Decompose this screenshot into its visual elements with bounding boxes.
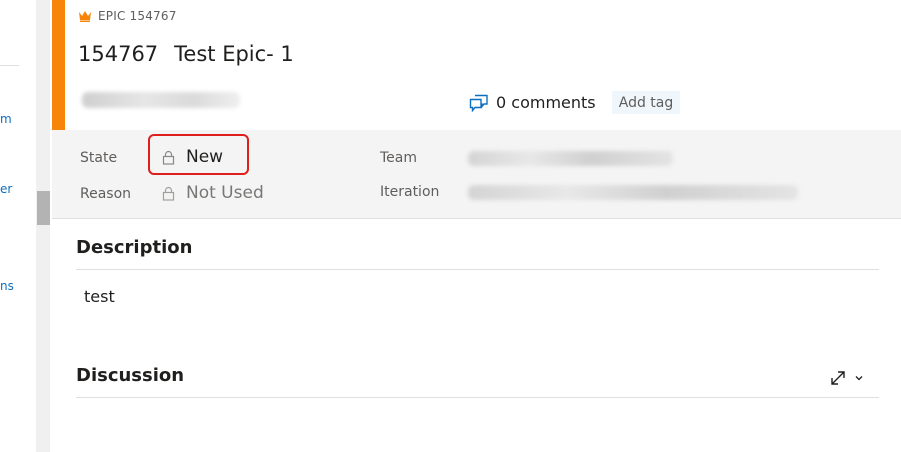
- iteration-value-blurred[interactable]: [468, 185, 798, 200]
- lock-icon: [162, 186, 175, 201]
- nav-link-fragment[interactable]: ns: [0, 279, 14, 293]
- nav-link-fragment[interactable]: er: [0, 182, 12, 196]
- comments-count[interactable]: 0 comments: [496, 93, 596, 112]
- nav-divider: [0, 65, 19, 66]
- description-text[interactable]: test: [84, 287, 115, 306]
- team-value-blurred[interactable]: [468, 151, 673, 166]
- discussion-heading: Discussion: [76, 365, 185, 386]
- description-heading: Description: [76, 237, 193, 258]
- chevron-down-icon[interactable]: [850, 369, 868, 387]
- reason-value[interactable]: Not Used: [186, 183, 264, 203]
- comments-link[interactable]: 0 comments: [469, 93, 596, 112]
- work-item-title-text[interactable]: Test Epic- 1: [174, 42, 294, 66]
- work-item-type: EPIC 154767: [78, 9, 177, 23]
- work-item-title[interactable]: 154767 Test Epic- 1: [78, 42, 294, 66]
- left-navigation: m er ns: [0, 0, 36, 452]
- work-item-type-label: EPIC 154767: [98, 9, 177, 23]
- reason-label: Reason: [80, 186, 132, 202]
- scrollbar-thumb[interactable]: [37, 191, 50, 225]
- add-tag-button[interactable]: Add tag: [612, 91, 680, 114]
- type-color-bar: [52, 0, 65, 130]
- state-label: State: [80, 150, 118, 166]
- nav-link-fragment[interactable]: m: [0, 112, 12, 126]
- reason-field[interactable]: Not Used: [162, 183, 264, 203]
- comments-icon: [469, 94, 488, 112]
- iteration-label: Iteration: [380, 184, 440, 200]
- discussion-divider: [76, 397, 879, 398]
- team-label: Team: [380, 150, 418, 166]
- assigned-to-blurred[interactable]: [82, 92, 240, 108]
- state-highlight-box: [148, 134, 249, 175]
- crown-icon: [79, 11, 91, 22]
- discussion-controls: [829, 369, 868, 387]
- expand-icon[interactable]: [829, 369, 847, 387]
- scrollbar-track[interactable]: [36, 0, 50, 452]
- description-divider: [76, 269, 879, 270]
- work-item-id: 154767: [78, 42, 159, 66]
